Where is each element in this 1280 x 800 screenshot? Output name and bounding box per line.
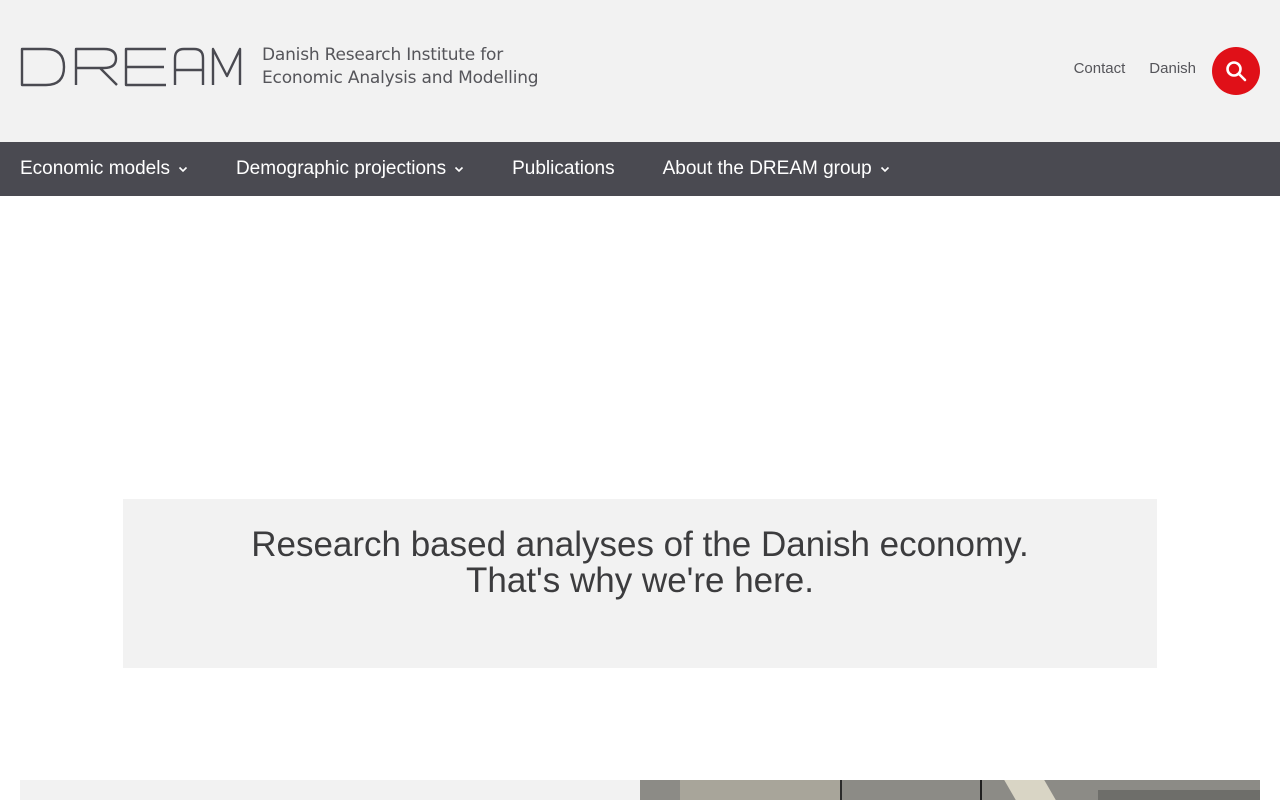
language-link[interactable]: Danish [1149,60,1196,77]
nav-item-publications[interactable]: Publications [512,158,614,180]
nav-item-label: Publications [512,158,615,179]
logo-tagline-line2: Economic Analysis and Modelling [262,68,539,88]
hero-tagline-box: Research based analyses of the Danish ec… [123,499,1157,668]
hero-heading-line2: That's why we're here. [466,561,814,600]
search-button[interactable] [1212,47,1260,95]
main-navigation: Economic models Demographic projections … [0,142,1280,196]
search-icon [1226,61,1247,82]
logo-tagline-line1: Danish Research Institute for [262,45,503,65]
chevron-down-icon [880,166,889,173]
nav-item-about[interactable]: About the DREAM group [663,158,890,180]
chevron-down-icon [178,166,188,173]
nav-item-label: About the DREAM group [662,158,872,179]
utility-links: Contact Danish [1074,60,1196,77]
nav-item-label: Economic models [20,158,170,179]
chevron-down-icon [455,166,464,173]
office-photo [640,780,1260,800]
dream-logo-wordmark [20,47,242,87]
nav-item-demographic-projections[interactable]: Demographic projections [236,158,464,180]
contact-link[interactable]: Contact [1074,60,1126,77]
nav-item-economic-models[interactable]: Economic models [20,158,188,180]
site-header: Danish Research Institute for Economic A… [0,0,1280,142]
site-logo[interactable]: Danish Research Institute for Economic A… [20,44,539,90]
content-card-left [20,780,640,800]
logo-tagline: Danish Research Institute for Economic A… [262,44,539,90]
hero-heading-line1: Research based analyses of the Danish ec… [251,525,1029,564]
nav-item-label: Demographic projections [235,158,447,179]
